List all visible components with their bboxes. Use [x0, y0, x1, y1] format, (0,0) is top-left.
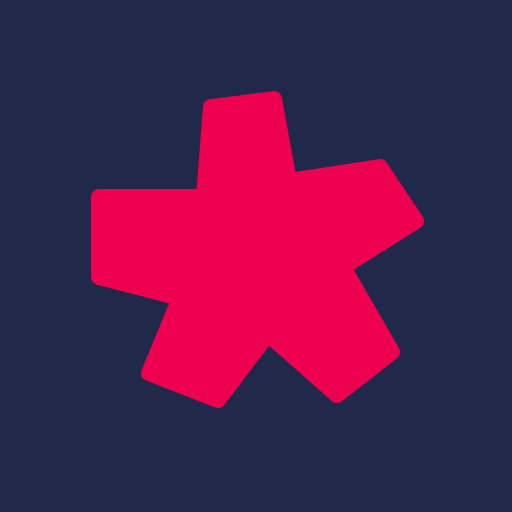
asterisk-logo-icon [0, 0, 512, 512]
app-icon [0, 0, 512, 512]
